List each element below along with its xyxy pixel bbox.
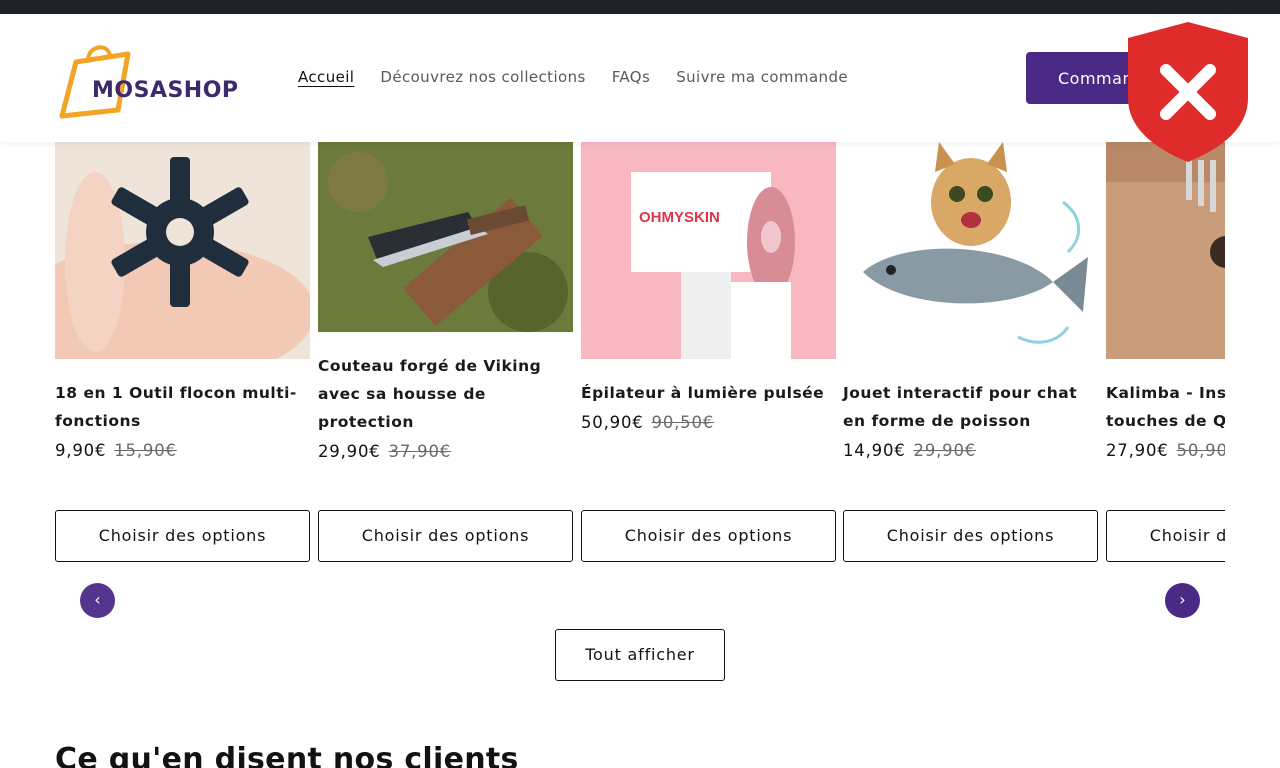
carousel-prev-button[interactable]: ‹: [80, 583, 115, 618]
product-card[interactable]: OHMYSKIN Épilateur à lumière pulsée 50,9…: [581, 142, 836, 432]
product-prices: 9,90€ 15,90€: [55, 441, 310, 460]
choose-options-button[interactable]: Choisir des options: [581, 510, 836, 562]
announcement-bar: [0, 0, 1280, 14]
site-logo[interactable]: MOSASHOP: [58, 40, 248, 120]
product-prices: 27,90€ 50,90€: [1106, 441, 1225, 460]
shield-close-icon[interactable]: [1126, 20, 1250, 164]
sale-price: 50,90€: [581, 413, 644, 432]
sale-price: 9,90€: [55, 441, 107, 460]
snowflake-tool-image[interactable]: [55, 142, 310, 359]
ipl-epilator-image[interactable]: OHMYSKIN: [581, 142, 836, 359]
product-title[interactable]: Kalimba - Instrument de 17 touches de Qu…: [1106, 379, 1225, 435]
sale-price: 27,90€: [1106, 441, 1169, 460]
product-title[interactable]: Jouet interactif pour chat en forme de p…: [843, 379, 1098, 435]
original-price: 37,90€: [388, 442, 452, 461]
cat-fish-toy-image[interactable]: [843, 142, 1098, 359]
sale-price: 14,90€: [843, 441, 906, 460]
choose-options-button[interactable]: Choisir des options: [318, 510, 573, 562]
original-price: 50,90€: [1176, 441, 1225, 460]
carousel-next-button[interactable]: ›: [1165, 583, 1200, 618]
brand-label: OHMYSKIN: [639, 209, 720, 226]
product-title[interactable]: 18 en 1 Outil flocon multi-fonctions: [55, 379, 310, 435]
nav-track-order[interactable]: Suivre ma commande: [676, 68, 848, 86]
logo-text: MOSASHOP: [92, 78, 239, 103]
main-navigation: Accueil Découvrez nos collections FAQs S…: [298, 68, 848, 86]
testimonials-title: Ce qu'en disent nos clients: [55, 742, 519, 768]
product-card[interactable]: Jouet interactif pour chat en forme de p…: [843, 142, 1098, 460]
chevron-right-icon: ›: [1179, 590, 1186, 609]
product-card[interactable]: Kalimba - Instrument de 17 touches de Qu…: [1106, 142, 1225, 460]
site-header: MOSASHOP Accueil Découvrez nos collectio…: [0, 14, 1280, 142]
product-card[interactable]: Couteau forgé de Viking avec sa housse d…: [318, 142, 573, 461]
original-price: 29,90€: [913, 441, 977, 460]
viking-knife-image[interactable]: [318, 142, 573, 332]
chevron-left-icon: ‹: [94, 590, 101, 609]
nav-faqs[interactable]: FAQs: [612, 68, 650, 86]
product-carousel: 18 en 1 Outil flocon multi-fonctions 9,9…: [55, 142, 1225, 572]
choose-options-button[interactable]: Choisir des options: [843, 510, 1098, 562]
sale-price: 29,90€: [318, 442, 381, 461]
nav-collections[interactable]: Découvrez nos collections: [380, 68, 585, 86]
product-title[interactable]: Épilateur à lumière pulsée: [581, 379, 836, 407]
product-prices: 14,90€ 29,90€: [843, 441, 1098, 460]
original-price: 15,90€: [114, 441, 177, 460]
original-price: 90,50€: [651, 413, 715, 432]
product-prices: 50,90€ 90,50€: [581, 413, 836, 432]
choose-options-button[interactable]: Choisir des options: [55, 510, 310, 562]
view-all-button[interactable]: Tout afficher: [555, 629, 725, 681]
product-title[interactable]: Couteau forgé de Viking avec sa housse d…: [318, 352, 573, 436]
kalimba-image[interactable]: [1106, 142, 1225, 359]
choose-options-button[interactable]: Choisir des options: [1106, 510, 1225, 562]
nav-home[interactable]: Accueil: [298, 68, 354, 86]
product-prices: 29,90€ 37,90€: [318, 442, 573, 461]
product-card[interactable]: 18 en 1 Outil flocon multi-fonctions 9,9…: [55, 142, 310, 460]
